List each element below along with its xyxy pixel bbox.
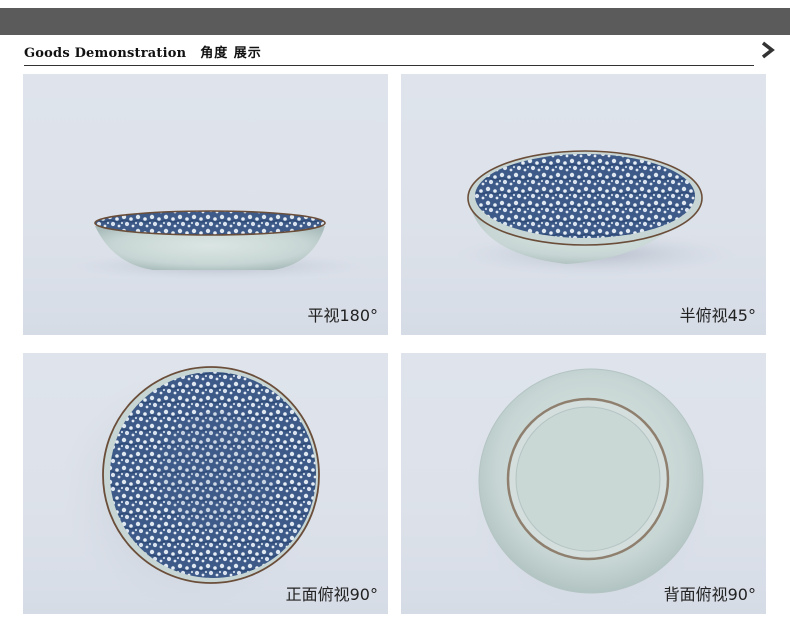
photo-back-view: 背面俯视90° bbox=[401, 353, 766, 614]
photo-caption: 平视180° bbox=[307, 306, 378, 325]
section-header: Goods Demonstration 角度 展示 bbox=[24, 40, 754, 66]
photo-45-view: 半俯视45° bbox=[401, 74, 766, 335]
section-title-en: Goods Demonstration bbox=[24, 46, 187, 61]
section-title: Goods Demonstration 角度 展示 bbox=[24, 42, 262, 61]
photo-caption: 背面俯视90° bbox=[663, 585, 756, 604]
photo-caption: 正面俯视90° bbox=[285, 585, 378, 604]
photo-side-view: 平视180° bbox=[23, 74, 388, 335]
photo-top-view: 正面俯视90° bbox=[23, 353, 388, 614]
section-title-cn: 角度 展示 bbox=[200, 46, 262, 61]
photo-caption: 半俯视45° bbox=[679, 306, 756, 325]
top-banner-bar bbox=[0, 8, 790, 35]
header-divider bbox=[24, 65, 754, 66]
chevron-right-icon[interactable] bbox=[759, 40, 777, 60]
